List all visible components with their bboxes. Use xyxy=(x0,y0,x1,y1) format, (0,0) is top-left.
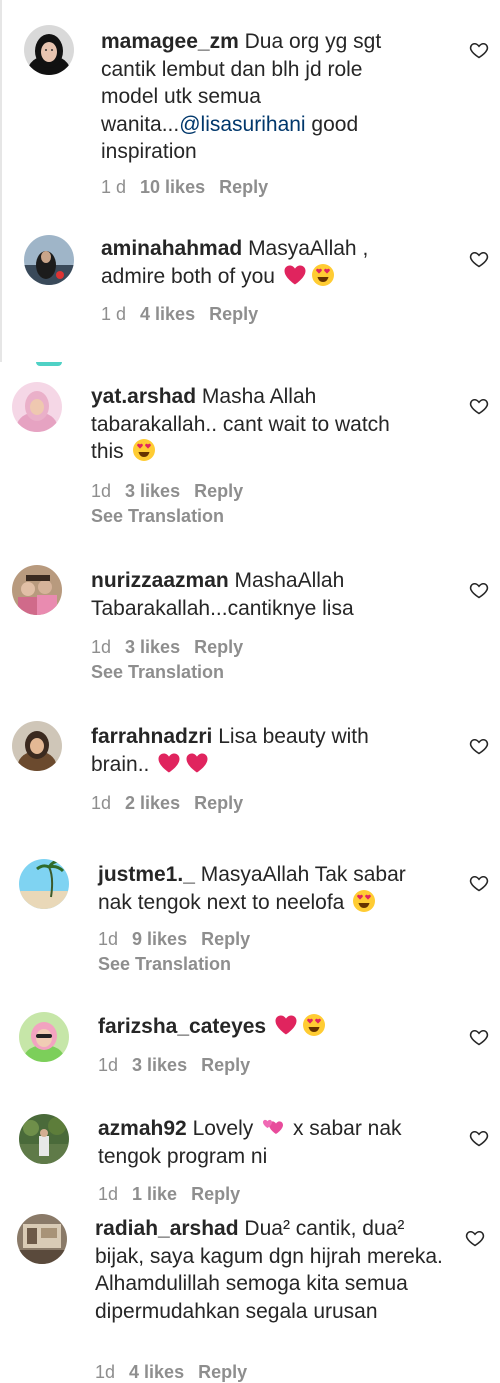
comment-text: farizsha_cateyes xyxy=(98,1013,418,1041)
avatar[interactable] xyxy=(19,1012,69,1062)
like-heart-icon[interactable] xyxy=(469,1128,489,1148)
comment-meta: 1d 2 likes Reply xyxy=(91,793,257,814)
comment-text: nurizzaazman MashaAllah Tabarakallah...c… xyxy=(91,567,421,622)
avatar[interactable] xyxy=(12,565,62,615)
timestamp: 1d xyxy=(95,1362,116,1382)
see-translation-link[interactable]: See Translation xyxy=(91,662,224,683)
cropped-avatar-peek xyxy=(36,362,62,366)
comment-text: justme1._ MasyaAllah Tak sabar nak tengo… xyxy=(98,861,418,916)
timestamp: 1 d xyxy=(101,304,127,324)
comment-text: mamagee_zm Dua org yg sgt cantik lembut … xyxy=(101,28,401,166)
heart-eyes-emoji xyxy=(302,1013,326,1037)
comment-text: aminahahmad MasyaAllah , admire both of … xyxy=(101,235,401,290)
avatar[interactable] xyxy=(24,235,74,285)
reply-button[interactable]: Reply xyxy=(194,637,243,657)
avatar[interactable] xyxy=(12,382,62,432)
comment-meta: 1d 3 likes Reply xyxy=(91,637,257,658)
comment-meta: 1 d 10 likes Reply xyxy=(101,177,282,198)
comment-meta: 1d 3 likes Reply xyxy=(91,481,257,502)
username[interactable]: nurizzaazman xyxy=(91,569,229,592)
avatar[interactable] xyxy=(12,721,62,771)
heart-eyes-emoji xyxy=(311,263,335,287)
reply-button[interactable]: Reply xyxy=(194,793,243,813)
comment-meta: 1d 9 likes Reply xyxy=(98,929,264,950)
red-heart-emoji xyxy=(283,263,307,287)
timestamp: 1d xyxy=(98,1184,119,1204)
red-heart-emoji xyxy=(185,751,209,775)
timestamp: 1d xyxy=(91,481,112,501)
comment-text: farrahnadzri Lisa beauty with brain.. xyxy=(91,723,421,778)
likes-count[interactable]: 3 likes xyxy=(125,637,180,657)
username[interactable]: radiah_arshad xyxy=(95,1217,239,1240)
username[interactable]: aminahahmad xyxy=(101,237,242,260)
comment-body: Lovely xyxy=(192,1117,254,1140)
comment-meta: 1d 3 likes Reply xyxy=(98,1055,264,1076)
likes-count[interactable]: 1 like xyxy=(132,1184,177,1204)
username[interactable]: azmah92 xyxy=(98,1117,187,1140)
like-heart-icon[interactable] xyxy=(469,873,489,893)
timestamp: 1d xyxy=(98,1055,119,1075)
comment-text: azmah92 Lovely x sabar nak tengok progra… xyxy=(98,1115,428,1170)
comment-meta: 1d 4 likes Reply xyxy=(95,1362,261,1383)
avatar[interactable] xyxy=(24,25,74,75)
see-translation-link[interactable]: See Translation xyxy=(98,954,231,975)
timestamp: 1d xyxy=(91,793,112,813)
two-hearts-emoji xyxy=(261,1115,285,1139)
reply-button[interactable]: Reply xyxy=(201,929,250,949)
like-heart-icon[interactable] xyxy=(469,249,489,269)
reply-button[interactable]: Reply xyxy=(209,304,258,324)
like-heart-icon[interactable] xyxy=(469,396,489,416)
mention-link[interactable]: @lisasurihani xyxy=(179,113,305,136)
avatar[interactable] xyxy=(17,1214,67,1264)
red-heart-emoji xyxy=(157,751,181,775)
like-heart-icon[interactable] xyxy=(469,1027,489,1047)
likes-count[interactable]: 9 likes xyxy=(132,929,187,949)
comment-text: radiah_arshad Dua² cantik, dua² bijak, s… xyxy=(95,1215,450,1325)
likes-count[interactable]: 3 likes xyxy=(132,1055,187,1075)
likes-count[interactable]: 10 likes xyxy=(140,177,205,197)
reply-button[interactable]: Reply xyxy=(194,481,243,501)
like-heart-icon[interactable] xyxy=(465,1228,485,1248)
reply-button[interactable]: Reply xyxy=(219,177,268,197)
like-heart-icon[interactable] xyxy=(469,736,489,756)
like-heart-icon[interactable] xyxy=(469,40,489,60)
like-heart-icon[interactable] xyxy=(469,580,489,600)
comment-meta: 1d 1 like Reply xyxy=(98,1184,254,1205)
reply-button[interactable]: Reply xyxy=(191,1184,240,1204)
reply-button[interactable]: Reply xyxy=(201,1055,250,1075)
username[interactable]: yat.arshad xyxy=(91,385,196,408)
avatar[interactable] xyxy=(19,1114,69,1164)
username[interactable]: mamagee_zm xyxy=(101,30,239,53)
comment-text: yat.arshad Masha Allah tabarakallah.. ca… xyxy=(91,383,421,466)
heart-eyes-emoji xyxy=(132,438,156,462)
heart-eyes-emoji xyxy=(352,889,376,913)
timestamp: 1d xyxy=(98,929,119,949)
likes-count[interactable]: 2 likes xyxy=(125,793,180,813)
red-heart-emoji xyxy=(274,1013,298,1037)
see-translation-link[interactable]: See Translation xyxy=(91,506,224,527)
comment-meta: 1 d 4 likes Reply xyxy=(101,304,272,325)
likes-count[interactable]: 3 likes xyxy=(125,481,180,501)
timestamp: 1d xyxy=(91,637,112,657)
reply-button[interactable]: Reply xyxy=(198,1362,247,1382)
timestamp: 1 d xyxy=(101,177,127,197)
avatar[interactable] xyxy=(19,859,69,909)
left-edge-line xyxy=(0,0,2,362)
username[interactable]: justme1._ xyxy=(98,863,195,886)
username[interactable]: farrahnadzri xyxy=(91,725,212,748)
likes-count[interactable]: 4 likes xyxy=(140,304,195,324)
likes-count[interactable]: 4 likes xyxy=(129,1362,184,1382)
username[interactable]: farizsha_cateyes xyxy=(98,1015,266,1038)
